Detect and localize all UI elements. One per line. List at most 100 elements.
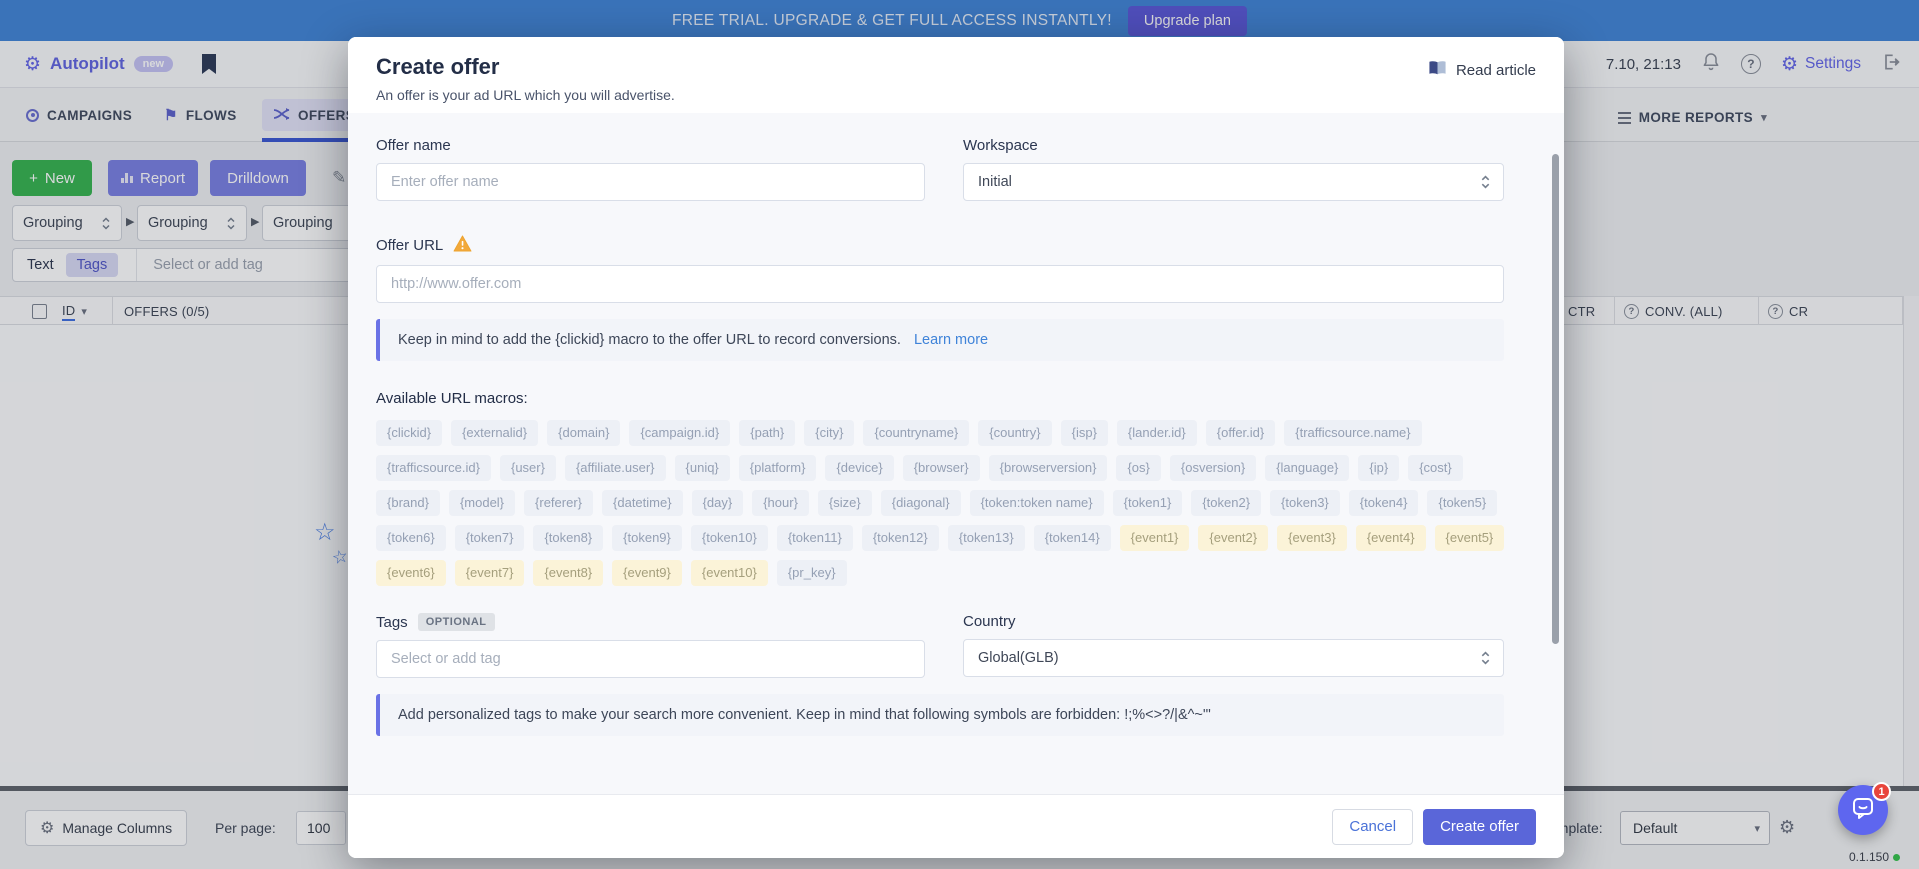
clickid-note-text: Keep in mind to add the {clickid} macro … [398,332,901,348]
chat-bubble-icon [1851,796,1875,825]
macro-chip[interactable]: {event3} [1277,525,1347,551]
macro-chip[interactable]: {token7} [455,525,525,551]
workspace-label: Workspace [963,137,1504,154]
macro-chip[interactable]: {event10} [691,560,768,586]
macro-chip[interactable]: {platform} [739,455,817,481]
macro-chip[interactable]: {token10} [691,525,768,551]
macros-title: Available URL macros: [376,390,1504,407]
macro-chip[interactable]: {externalid} [451,420,538,446]
modal-subtitle: An offer is your ad URL which you will a… [376,87,1536,103]
macro-chip[interactable]: {path} [739,420,795,446]
macro-chip[interactable]: {event6} [376,560,446,586]
macro-chip[interactable]: {clickid} [376,420,442,446]
learn-more-link[interactable]: Learn more [914,332,988,348]
country-label: Country [963,613,1504,630]
macro-chip[interactable]: {token1} [1113,490,1183,516]
tags-label-row: Tags OPTIONAL [376,613,925,631]
macro-chip[interactable]: {token4} [1349,490,1419,516]
modal-title: Create offer [376,54,1536,80]
modal-footer: Cancel Create offer [348,794,1564,858]
macro-chip[interactable]: {campaign.id} [629,420,730,446]
warning-icon [453,235,472,256]
chat-unread-badge: 1 [1872,782,1891,801]
macro-chip[interactable]: {affiliate.user} [565,455,666,481]
workspace-value: Initial [978,174,1012,190]
macro-chip[interactable]: {model} [449,490,515,516]
macro-chip[interactable]: {token8} [533,525,603,551]
offer-name-input[interactable] [376,163,925,201]
offer-url-label-row: Offer URL [376,235,1504,256]
modal-header: Create offer An offer is your ad URL whi… [348,37,1564,113]
macro-chip[interactable]: {country} [978,420,1051,446]
macro-chip[interactable]: {domain} [547,420,620,446]
updown-chevron-icon [1480,174,1491,190]
modal-scrollbar-thumb[interactable] [1552,154,1559,644]
macro-chip[interactable]: {cost} [1408,455,1463,481]
macro-chip[interactable]: {pr_key} [777,560,847,586]
macro-chip[interactable]: {token12} [862,525,939,551]
tags-note-text: Add personalized tags to make your searc… [398,707,1211,723]
macro-chip[interactable]: {token14} [1034,525,1111,551]
macro-chip[interactable]: {trafficsource.id} [376,455,491,481]
updown-chevron-icon [1480,650,1491,666]
macro-chip[interactable]: {token13} [948,525,1025,551]
cancel-button[interactable]: Cancel [1332,809,1413,845]
create-offer-button[interactable]: Create offer [1423,809,1536,845]
macro-chip[interactable]: {token3} [1270,490,1340,516]
offer-name-label: Offer name [376,137,925,154]
macro-chip[interactable]: {datetime} [602,490,683,516]
macro-chip[interactable]: {offer.id} [1206,420,1275,446]
macro-chip[interactable]: {user} [500,455,556,481]
macro-chip[interactable]: {event5} [1435,525,1505,551]
macro-chip[interactable]: {os} [1116,455,1160,481]
macro-chip[interactable]: {token:token name} [970,490,1104,516]
macro-chip[interactable]: {trafficsource.name} [1284,420,1421,446]
macro-chip[interactable]: {token9} [612,525,682,551]
macro-chip[interactable]: {event8} [533,560,603,586]
offer-url-input[interactable] [376,265,1504,303]
macro-chip[interactable]: {event2} [1198,525,1268,551]
create-offer-modal: Create offer An offer is your ad URL whi… [348,37,1564,858]
macro-chip[interactable]: {day} [692,490,744,516]
macro-chip[interactable]: {uniq} [675,455,730,481]
read-article-label: Read article [1456,62,1536,79]
macro-chip[interactable]: {hour} [752,490,809,516]
tags-input[interactable] [376,640,925,678]
chat-widget-button[interactable]: 1 [1838,785,1888,835]
read-article-link[interactable]: Read article [1428,60,1536,80]
macro-chip[interactable]: {browserversion} [989,455,1108,481]
offer-url-label: Offer URL [376,237,443,254]
macro-chip[interactable]: {token5} [1427,490,1497,516]
macro-chip[interactable]: {isp} [1061,420,1108,446]
country-select[interactable]: Global(GLB) [963,639,1504,677]
macro-chip[interactable]: {event1} [1120,525,1190,551]
macro-chip[interactable]: {ip} [1358,455,1399,481]
macro-chip[interactable]: {token2} [1191,490,1261,516]
macro-chip[interactable]: {event9} [612,560,682,586]
clickid-note: Keep in mind to add the {clickid} macro … [376,319,1504,361]
macro-chip[interactable]: {brand} [376,490,440,516]
modal-body: Offer name Workspace Initial Offer URL [348,113,1564,806]
macro-chip[interactable]: {token6} [376,525,446,551]
macro-chip[interactable]: {language} [1265,455,1349,481]
macro-chip[interactable]: {token11} [777,525,853,551]
macro-chip[interactable]: {size} [818,490,872,516]
tags-label: Tags [376,614,408,631]
macro-chip[interactable]: {event4} [1356,525,1426,551]
macro-chip[interactable]: {browser} [903,455,980,481]
optional-badge: OPTIONAL [418,613,495,631]
macro-chip[interactable]: {device} [825,455,893,481]
macro-chip[interactable]: {city} [804,420,854,446]
macro-chip[interactable]: {countryname} [863,420,969,446]
workspace-select[interactable]: Initial [963,163,1504,201]
macro-chip[interactable]: {referer} [524,490,593,516]
macro-chip[interactable]: {event7} [455,560,525,586]
macro-chip[interactable]: {osversion} [1170,455,1256,481]
app-screen: FREE TRIAL. UPGRADE & GET FULL ACCESS IN… [0,0,1919,869]
country-value: Global(GLB) [978,650,1059,666]
macro-chip[interactable]: {lander.id} [1117,420,1197,446]
book-icon [1428,60,1447,80]
tags-note: Add personalized tags to make your searc… [376,694,1504,736]
macros-list: {clickid} {externalid} {domain} {campaign.i… [376,420,1533,586]
macro-chip[interactable]: {diagonal} [881,490,961,516]
